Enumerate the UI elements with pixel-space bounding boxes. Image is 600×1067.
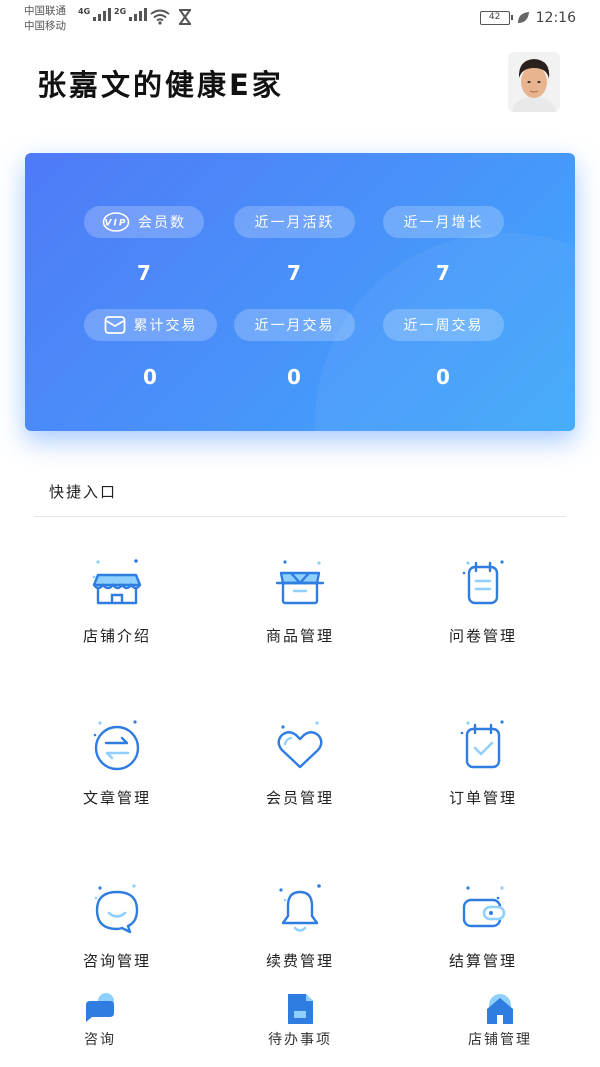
quick-item-questionnaire[interactable]: 问卷管理 (413, 553, 553, 646)
stat-label-total-trades: 累计交易 (133, 318, 198, 334)
quick-item-label: 订单管理 (448, 789, 517, 807)
nav-label: 店铺管理 (468, 1032, 532, 1048)
shop-icon (92, 559, 142, 605)
stat-label-members: 会员数 (138, 215, 186, 231)
article-exchange-icon (93, 720, 140, 771)
stat-value-monthly-active: 7 (287, 261, 301, 285)
stats-card: VIP 会员数 近一月活跃 近一月增长 7 7 7 累计交易 近一月交易 近一周… (25, 153, 575, 431)
quick-item-label: 咨询管理 (82, 952, 151, 970)
stat-pill-monthly-growth[interactable]: 近一月增长 (383, 206, 504, 238)
nav-item-todo[interactable]: 待办事项 (240, 991, 360, 1049)
user-avatar[interactable] (508, 52, 560, 112)
page-title: 张嘉文的健康E家 (37, 68, 284, 102)
carrier-2: 中国移动 (24, 20, 66, 32)
stat-value-monthly-growth: 7 (436, 261, 450, 285)
wifi-icon (150, 9, 170, 25)
battery-icon: 42 (479, 11, 513, 25)
stat-label-weekly-trades: 近一周交易 (403, 318, 484, 334)
stat-pill-members[interactable]: VIP 会员数 (84, 206, 204, 238)
goods-box-icon (275, 560, 325, 605)
order-calendar-icon (460, 720, 504, 769)
section-divider (34, 516, 566, 517)
chat-bubble-icon (94, 884, 139, 934)
stat-pill-weekly-trades[interactable]: 近一周交易 (383, 309, 504, 341)
chat-icon (86, 993, 114, 1022)
quick-item-label: 店铺介绍 (82, 627, 151, 645)
svg-text:VIP: VIP (105, 219, 128, 229)
stat-pill-total-trades[interactable]: 累计交易 (84, 309, 217, 341)
quick-item-orders[interactable]: 订单管理 (413, 715, 553, 808)
quick-item-label: 续费管理 (265, 952, 334, 970)
nav-label: 待办事项 (268, 1032, 332, 1048)
store-home-icon (487, 994, 513, 1024)
stat-pill-monthly-active[interactable]: 近一月活跃 (234, 206, 355, 238)
avatar-icon (508, 52, 560, 112)
stat-label-monthly-trades: 近一月交易 (254, 318, 335, 334)
hourglass-icon (179, 9, 191, 25)
stat-pill-monthly-trades[interactable]: 近一月交易 (234, 309, 355, 341)
signal-1-icon: 4G (78, 7, 112, 21)
stat-label-monthly-active: 近一月活跃 (254, 215, 335, 231)
quick-item-label: 结算管理 (448, 952, 517, 970)
bell-icon (279, 884, 321, 932)
quick-item-shop-intro[interactable]: 店铺介绍 (47, 553, 187, 646)
status-bar: 中国联通 中国移动 4G 2G 42 12:16 (0, 0, 600, 40)
heart-icon (277, 721, 323, 769)
leaf-icon (517, 12, 529, 23)
stat-value-monthly-trades: 0 (287, 365, 301, 389)
quick-entry-title: 快捷入口 (49, 483, 118, 501)
quick-item-label: 问卷管理 (448, 627, 517, 645)
signal-2-icon: 2G (114, 7, 148, 21)
stat-value-members: 7 (137, 261, 151, 285)
nav-label: 咨询 (84, 1032, 116, 1048)
document-icon (288, 994, 313, 1024)
wallet-icon (462, 886, 506, 928)
carrier-info: 中国联通 中国移动 (24, 4, 66, 34)
quick-item-consult[interactable]: 咨询管理 (47, 878, 187, 971)
quick-item-label: 会员管理 (265, 789, 334, 807)
quick-item-articles[interactable]: 文章管理 (47, 715, 187, 808)
questionnaire-icon (462, 560, 504, 605)
nav-item-store[interactable]: 店铺管理 (440, 991, 560, 1049)
vip-icon: VIP (102, 212, 130, 232)
stat-value-total-trades: 0 (143, 365, 157, 389)
clock: 12:16 (535, 10, 576, 26)
quick-item-settlement[interactable]: 结算管理 (413, 878, 553, 971)
stat-label-monthly-growth: 近一月增长 (403, 215, 484, 231)
nav-item-consult[interactable]: 咨询 (40, 991, 160, 1049)
status-right: 42 12:16 (479, 10, 576, 26)
stat-value-weekly-trades: 0 (436, 365, 450, 389)
quick-item-label: 商品管理 (265, 627, 334, 645)
mail-icon (104, 316, 125, 334)
quick-item-goods[interactable]: 商品管理 (230, 553, 370, 646)
bottom-nav: 咨询 待办事项 店铺管理 (0, 985, 600, 1067)
carrier-1: 中国联通 (24, 5, 66, 17)
quick-item-renewal[interactable]: 续费管理 (230, 878, 370, 971)
quick-item-label: 文章管理 (82, 789, 151, 807)
quick-item-members[interactable]: 会员管理 (230, 715, 370, 808)
